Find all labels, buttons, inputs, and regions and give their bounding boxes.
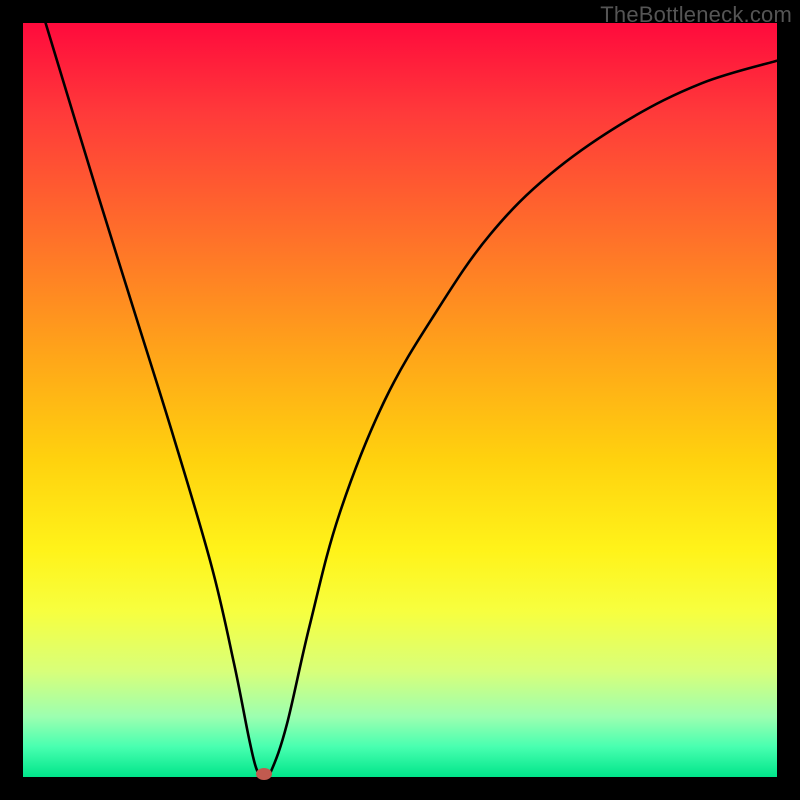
- watermark-text: TheBottleneck.com: [600, 2, 792, 28]
- optimal-point-marker: [256, 768, 272, 780]
- bottleneck-curve: [23, 23, 777, 777]
- chart-plot-area: [23, 23, 777, 777]
